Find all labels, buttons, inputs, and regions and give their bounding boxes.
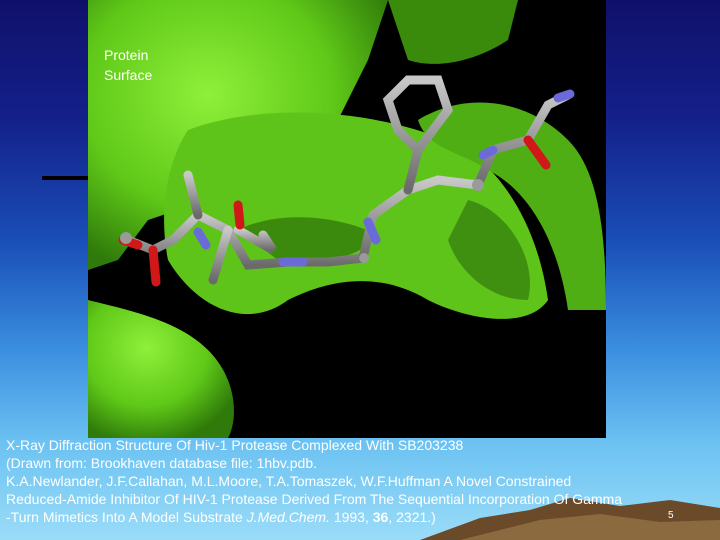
caption-line-3: K.A.Newlander, J.F.Callahan, M.L.Moore, … <box>6 473 572 489</box>
caption-line-4: Reduced-Amide Inhibitor Of HIV-1 Proteas… <box>6 491 623 507</box>
journal-year: 1993, <box>329 509 373 525</box>
journal-name: J.Med.Chem. <box>246 509 330 525</box>
figure-caption: X-Ray Diffraction Structure Of Hiv-1 Pro… <box>6 436 718 526</box>
protein-surface-label: Protein Surface <box>104 45 194 85</box>
journal-volume: 36 <box>372 509 389 525</box>
divider-line <box>42 176 94 180</box>
caption-line-5: -Turn Mimetics Into A Model Substrate J.… <box>6 508 718 526</box>
slide: Protein Surface X-Ray Diffraction Struct… <box>0 0 720 540</box>
surface-label-line1: Protein <box>104 47 149 63</box>
caption-line-2: (Drawn from: Brookhaven database file: 1… <box>6 455 318 471</box>
slide-number: 5 <box>668 510 674 521</box>
journal-pages: , 2321.) <box>388 509 436 525</box>
caption-citation-text: -Turn Mimetics Into A Model Substrate <box>6 509 247 525</box>
caption-line-1: X-Ray Diffraction Structure Of Hiv-1 Pro… <box>6 437 464 453</box>
surface-label-line2: Surface <box>104 67 153 83</box>
